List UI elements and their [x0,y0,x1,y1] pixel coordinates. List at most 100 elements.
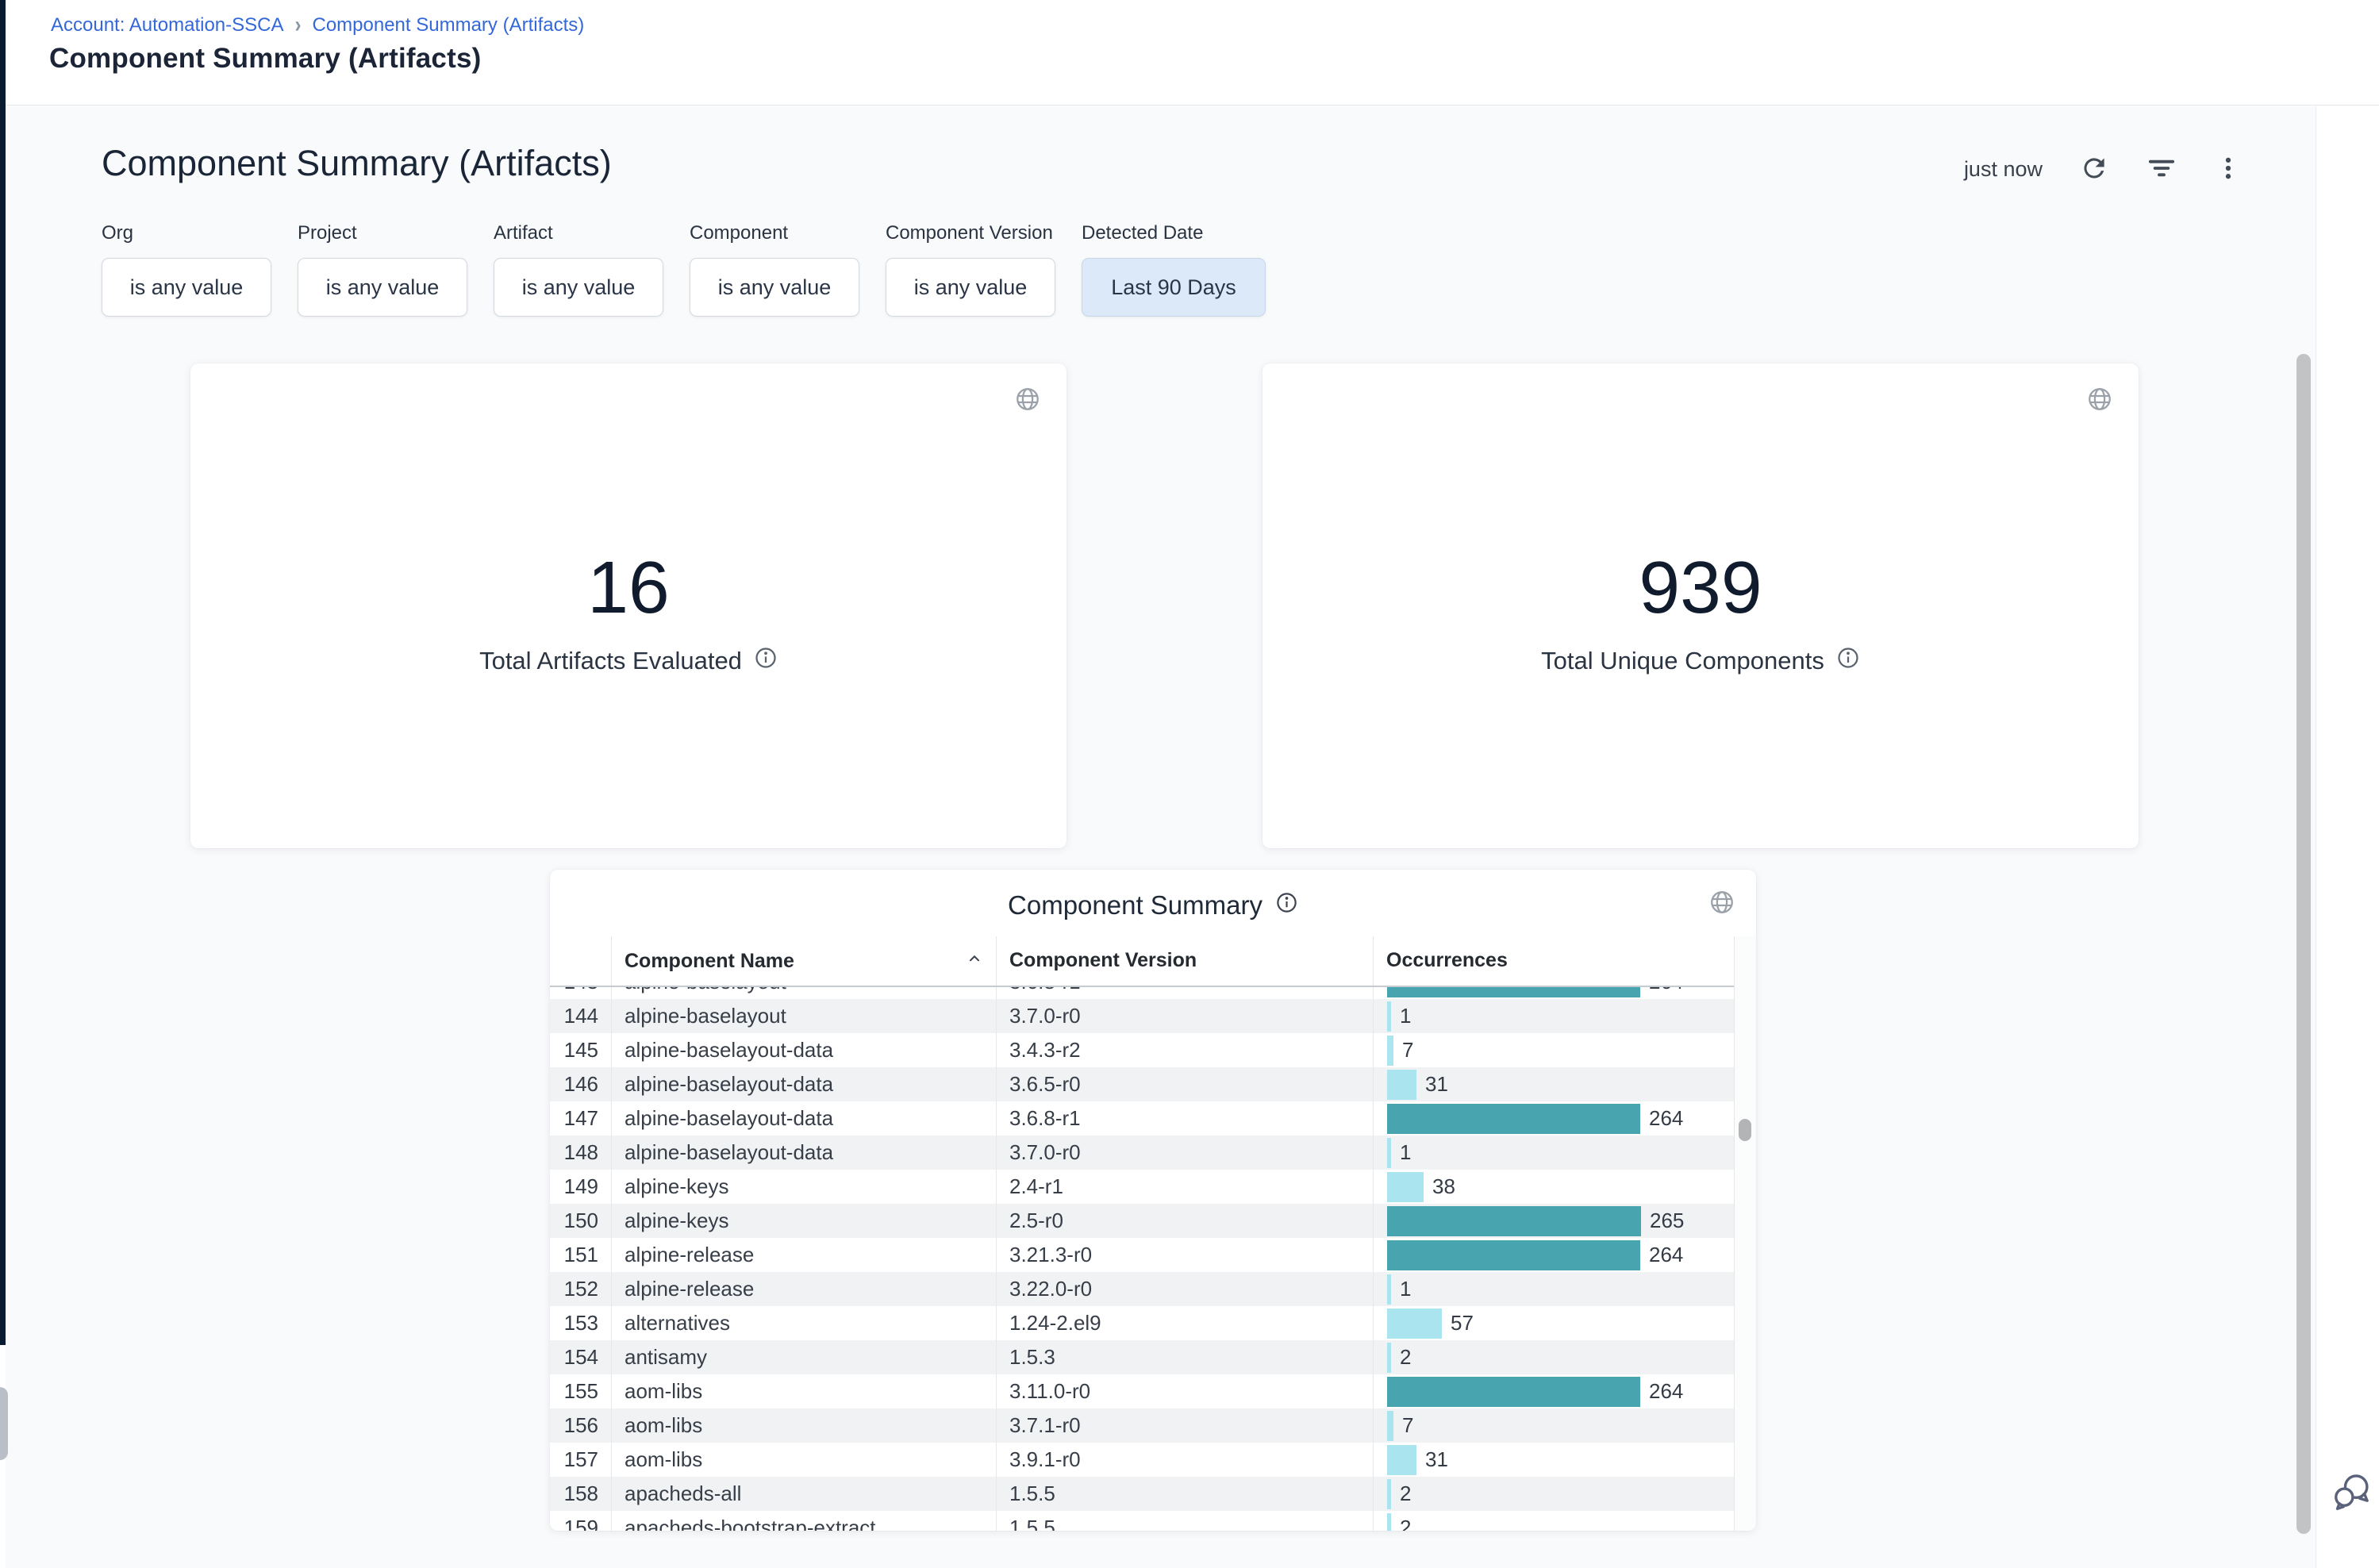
table-row[interactable]: 152alpine-release3.22.0-r01 [550,1272,1734,1306]
occurrences-cell[interactable]: 264 [1373,1238,1734,1272]
component-name-cell[interactable]: alternatives [611,1306,996,1340]
component-version-cell[interactable]: 3.4.3-r2 [996,1033,1373,1067]
occurrence-value: 265 [1650,1204,1684,1238]
component-name-cell[interactable]: aom-libs [611,1443,996,1477]
filter-chip-component-version[interactable]: is any value [886,258,1055,317]
column-header-component-name[interactable]: Component Name [611,936,996,986]
dashboard-filters-button[interactable] [2146,152,2177,186]
chat-help-button[interactable] [2331,1470,2373,1515]
component-name-cell[interactable]: apacheds-bootstrap-extract [611,1511,996,1531]
occurrences-cell[interactable]: 7 [1373,1033,1734,1067]
component-name-cell[interactable]: alpine-keys [611,1170,996,1204]
table-row[interactable]: 147alpine-baselayout-data3.6.8-r1264 [550,1101,1734,1136]
filter-chip-org[interactable]: is any value [102,258,271,317]
dashboard-actions-menu-button[interactable] [2214,154,2243,185]
row-number: 159 [550,1511,611,1531]
filter-chip-component[interactable]: is any value [690,258,859,317]
table-row[interactable]: 144alpine-baselayout3.7.0-r01 [550,999,1734,1033]
component-version-cell[interactable]: 3.9.1-r0 [996,1443,1373,1477]
column-header-row-number[interactable] [550,936,611,986]
occurrences-cell[interactable]: 31 [1373,1443,1734,1477]
component-name-cell[interactable]: alpine-baselayout-data [611,1067,996,1101]
kpi-value: 16 [190,551,1067,625]
info-icon[interactable] [754,646,778,676]
occurrences-cell[interactable]: 2 [1373,1340,1734,1374]
info-icon[interactable] [1275,890,1298,920]
kebab-menu-icon [2214,154,2243,185]
table-row[interactable]: 145alpine-baselayout-data3.4.3-r27 [550,1033,1734,1067]
occurrences-cell[interactable]: 38 [1373,1170,1734,1204]
component-version-cell[interactable]: 3.7.1-r0 [996,1409,1373,1443]
component-name-cell[interactable]: alpine-baselayout-data [611,1101,996,1136]
component-version-cell[interactable]: 3.7.0-r0 [996,999,1373,1033]
component-version-cell[interactable]: 2.5-r0 [996,1204,1373,1238]
occurrences-cell[interactable]: 264 [1373,1374,1734,1409]
table-row[interactable]: 157aom-libs3.9.1-r031 [550,1443,1734,1477]
occurrences-cell[interactable]: 264 [1373,987,1734,999]
component-name-cell[interactable]: alpine-release [611,1238,996,1272]
table-row[interactable]: 156aom-libs3.7.1-r07 [550,1409,1734,1443]
component-name-cell[interactable]: aom-libs [611,1409,996,1443]
sidebar-handle[interactable] [0,1387,8,1460]
component-version-cell[interactable]: 1.24-2.el9 [996,1306,1373,1340]
component-version-cell[interactable]: 3.6.8-r1 [996,987,1373,999]
table-row[interactable]: 149alpine-keys2.4-r138 [550,1170,1734,1204]
occurrences-cell[interactable]: 7 [1373,1409,1734,1443]
component-name-cell[interactable]: alpine-baselayout [611,999,996,1033]
row-number: 157 [550,1443,611,1477]
table-row[interactable]: 154antisamy1.5.32 [550,1340,1734,1374]
tile-explore-button[interactable] [1708,889,1735,918]
info-icon[interactable] [1836,646,1860,676]
tile-explore-button[interactable] [2086,386,2113,415]
component-version-cell[interactable]: 3.22.0-r0 [996,1272,1373,1306]
table-row[interactable]: 155aom-libs3.11.0-r0264 [550,1374,1734,1409]
occurrences-cell[interactable]: 1 [1373,999,1734,1033]
occurrences-cell[interactable]: 57 [1373,1306,1734,1340]
column-header-component-version[interactable]: Component Version [996,936,1373,986]
column-header-occurrences[interactable]: Occurrences [1373,936,1734,986]
component-name-cell[interactable]: alpine-keys [611,1204,996,1238]
component-name-cell[interactable]: alpine-release [611,1272,996,1306]
occurrences-cell[interactable]: 1 [1373,1272,1734,1306]
filter-chip-artifact[interactable]: is any value [494,258,663,317]
breadcrumb-account-link[interactable]: Account: Automation-SSCA [51,14,283,37]
occurrences-cell[interactable]: 2 [1373,1477,1734,1511]
occurrences-cell[interactable]: 2 [1373,1511,1734,1531]
occurrences-cell[interactable]: 265 [1373,1204,1734,1238]
tile-explore-button[interactable] [1014,386,1041,415]
component-name-cell[interactable]: alpine-baselayout-data [611,1136,996,1170]
table-row[interactable]: 151alpine-release3.21.3-r0264 [550,1238,1734,1272]
table-scrollbar[interactable] [1734,936,1756,1531]
component-version-cell[interactable]: 2.4-r1 [996,1170,1373,1204]
component-name-cell[interactable]: apacheds-all [611,1477,996,1511]
table-row[interactable]: 143alpine-baselayout3.6.8-r1264 [550,987,1734,999]
breadcrumb-current-link[interactable]: Component Summary (Artifacts) [312,14,584,37]
occurrences-cell[interactable]: 1 [1373,1136,1734,1170]
component-name-cell[interactable]: aom-libs [611,1374,996,1409]
refresh-button[interactable] [2079,153,2109,186]
component-version-cell[interactable]: 3.6.5-r0 [996,1067,1373,1101]
table-row[interactable]: 159apacheds-bootstrap-extract1.5.52 [550,1511,1734,1531]
component-version-cell[interactable]: 3.6.8-r1 [996,1101,1373,1136]
occurrences-cell[interactable]: 264 [1373,1101,1734,1136]
component-version-cell[interactable]: 3.7.0-r0 [996,1136,1373,1170]
table-row[interactable]: 146alpine-baselayout-data3.6.5-r031 [550,1067,1734,1101]
table-row[interactable]: 150alpine-keys2.5-r0265 [550,1204,1734,1238]
component-version-cell[interactable]: 3.11.0-r0 [996,1374,1373,1409]
component-name-cell[interactable]: antisamy [611,1340,996,1374]
filter-chip-project[interactable]: is any value [298,258,467,317]
component-version-cell[interactable]: 1.5.5 [996,1477,1373,1511]
component-name-cell[interactable]: alpine-baselayout [611,987,996,999]
component-version-cell[interactable]: 1.5.5 [996,1511,1373,1531]
component-version-cell[interactable]: 1.5.3 [996,1340,1373,1374]
filter-chip-detected-date[interactable]: Last 90 Days [1082,258,1266,317]
table-row[interactable]: 158apacheds-all1.5.52 [550,1477,1734,1511]
table-scrollbar-thumb[interactable] [1739,1119,1751,1141]
page-scrollbar-thumb[interactable] [2296,354,2311,1534]
page-scrollbar[interactable] [2292,106,2316,1568]
component-name-cell[interactable]: alpine-baselayout-data [611,1033,996,1067]
table-row[interactable]: 153alternatives1.24-2.el957 [550,1306,1734,1340]
table-row[interactable]: 148alpine-baselayout-data3.7.0-r01 [550,1136,1734,1170]
component-version-cell[interactable]: 3.21.3-r0 [996,1238,1373,1272]
occurrences-cell[interactable]: 31 [1373,1067,1734,1101]
